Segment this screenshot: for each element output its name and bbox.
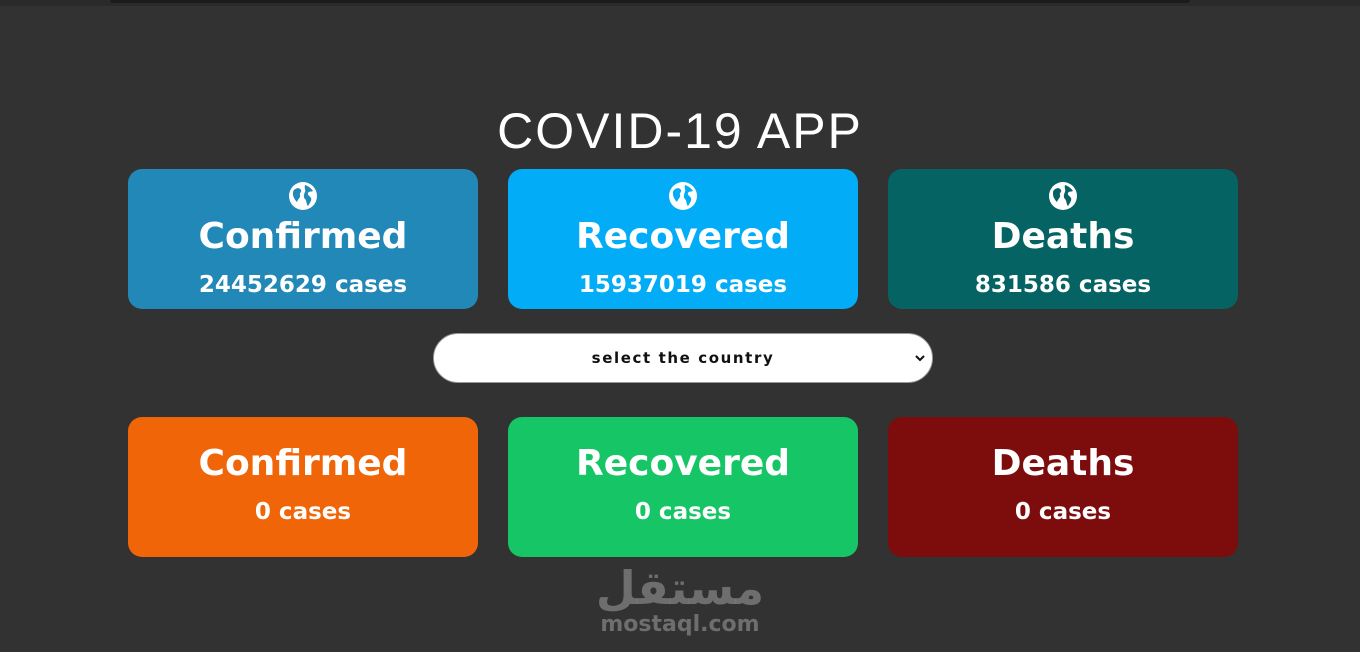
page-title: COVID-19 APP bbox=[497, 102, 863, 159]
watermark-latin-text: mostaql.com bbox=[600, 612, 760, 637]
browser-top-edge bbox=[0, 0, 1360, 6]
country-deaths-card: Deaths 0 cases bbox=[888, 417, 1238, 557]
country-confirmed-label: Confirmed bbox=[198, 443, 408, 484]
country-recovered-card: Recovered 0 cases bbox=[508, 417, 858, 557]
country-confirmed-value: 0 cases bbox=[254, 499, 352, 525]
watermark-arabic-text: مستقل bbox=[595, 561, 765, 615]
globe-icon bbox=[1049, 182, 1077, 210]
country-deaths-value: 0 cases bbox=[1014, 499, 1112, 525]
global-deaths-label: Deaths bbox=[991, 216, 1135, 257]
country-confirmed-card: Confirmed 0 cases bbox=[128, 417, 478, 557]
globe-icon bbox=[289, 182, 317, 210]
global-deaths-value: 831586 cases bbox=[974, 272, 1152, 298]
global-recovered-label: Recovered bbox=[575, 216, 791, 257]
country-recovered-label: Recovered bbox=[575, 443, 791, 484]
country-select[interactable]: select the country bbox=[433, 333, 933, 383]
global-recovered-card: Recovered 15937019 cases bbox=[508, 169, 858, 309]
global-confirmed-value: 24452629 cases bbox=[198, 272, 408, 298]
globe-icon bbox=[669, 182, 697, 210]
country-select-value: select the country bbox=[591, 349, 775, 367]
country-deaths-label: Deaths bbox=[991, 443, 1135, 484]
global-deaths-card: Deaths 831586 cases bbox=[888, 169, 1238, 309]
chevron-down-icon bbox=[915, 355, 925, 362]
address-bar-edge bbox=[110, 0, 1190, 3]
global-confirmed-label: Confirmed bbox=[198, 216, 408, 257]
country-recovered-value: 0 cases bbox=[634, 499, 732, 525]
global-confirmed-card: Confirmed 24452629 cases bbox=[128, 169, 478, 309]
global-recovered-value: 15937019 cases bbox=[578, 272, 788, 298]
watermark-logo: مستقل mostaql.com bbox=[560, 558, 800, 648]
